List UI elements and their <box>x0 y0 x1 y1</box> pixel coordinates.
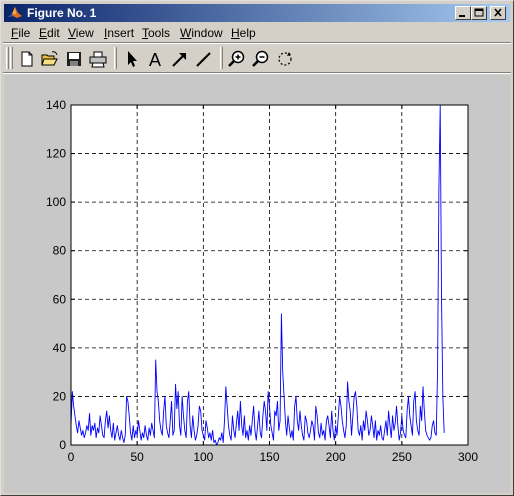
toolbar: A <box>4 45 510 71</box>
y-tick-label: 20 <box>53 389 67 403</box>
print-button[interactable] <box>87 48 109 70</box>
x-tick-label: 300 <box>458 450 478 464</box>
print-icon <box>89 51 107 68</box>
zoom-in-icon <box>228 50 245 67</box>
minimize-button[interactable] <box>455 6 471 20</box>
insert-line-button[interactable] <box>193 48 215 70</box>
menu-help-rest: elp <box>239 26 256 40</box>
menu-tools[interactable]: Tools <box>142 26 170 40</box>
text-insert-icon: A <box>149 50 161 70</box>
y-tick-label: 0 <box>59 438 66 452</box>
title-bar[interactable]: Figure No. 1 <box>4 4 510 22</box>
insert-text-button[interactable]: A <box>145 48 167 70</box>
maximize-button[interactable] <box>471 6 487 20</box>
close-icon <box>494 8 502 17</box>
open-folder-icon <box>41 51 58 66</box>
new-file-button[interactable] <box>16 48 38 70</box>
menu-toolbar-divider <box>3 42 511 44</box>
menu-edit[interactable]: Edit <box>39 26 60 40</box>
y-tick-label: 40 <box>53 341 67 355</box>
toolbar-grip-2[interactable] <box>10 47 13 69</box>
y-tick-label: 120 <box>46 147 66 161</box>
x-tick-label: 50 <box>130 450 144 464</box>
insert-arrow-button[interactable] <box>169 48 191 70</box>
close-button[interactable] <box>490 6 506 20</box>
rotate-icon <box>278 52 292 66</box>
y-tick-label: 60 <box>53 292 67 306</box>
menu-window[interactable]: Window <box>180 26 223 40</box>
toolbar-bottom-divider <box>3 72 511 74</box>
menu-insert-rest: nsert <box>107 26 135 40</box>
zoom-out-icon <box>252 50 269 67</box>
line-plot[interactable]: 0 50 100 150 200 250 300 0 20 40 60 80 100 120 140 <box>4 75 510 493</box>
menu-view[interactable]: View <box>68 26 94 40</box>
toolbar-divider <box>114 47 117 69</box>
figure-canvas[interactable]: 0 50 100 150 200 250 300 0 20 40 60 80 100 120 140 <box>4 75 510 493</box>
menu-view-rest: iew <box>75 26 94 40</box>
menu-bar: File Edit View Insert Tools Window Help <box>4 24 510 42</box>
x-tick-label: 250 <box>392 450 412 464</box>
menu-tools-rest: ools <box>148 26 171 40</box>
menu-edit-rest: dit <box>47 26 60 40</box>
maximize-icon <box>474 8 484 17</box>
y-tick-label: 100 <box>46 195 66 209</box>
menu-window-rest: indow <box>191 26 223 40</box>
arrow-select-icon <box>128 51 137 67</box>
menu-insert[interactable]: Insert <box>104 26 134 40</box>
save-icon <box>67 52 81 66</box>
minimize-icon <box>459 15 465 17</box>
menu-file[interactable]: File <box>11 26 30 40</box>
svg-text:A: A <box>149 50 161 70</box>
save-button[interactable] <box>63 48 85 70</box>
y-tick-label: 140 <box>46 98 66 112</box>
menu-help[interactable]: Help <box>231 26 256 40</box>
matlab-logo-icon <box>7 5 23 21</box>
window-title: Figure No. 1 <box>27 6 97 20</box>
menu-file-rest: ile <box>18 26 31 40</box>
rotate-button[interactable] <box>274 48 296 70</box>
zoom-in-button[interactable] <box>226 48 248 70</box>
figure-window: Figure No. 1 File Edit View Insert Tools… <box>0 0 514 496</box>
x-tick-label: 200 <box>326 450 346 464</box>
open-file-button[interactable] <box>39 48 61 70</box>
y-tick-label: 80 <box>53 244 67 258</box>
toolbar-grip[interactable] <box>6 47 9 69</box>
arrow-insert-icon <box>172 53 186 67</box>
x-tick-label: 0 <box>68 450 75 464</box>
line-insert-icon <box>196 52 211 67</box>
x-tick-label: 150 <box>259 450 279 464</box>
select-button[interactable] <box>121 48 143 70</box>
x-tick-label: 100 <box>193 450 213 464</box>
zoom-out-button[interactable] <box>250 48 272 70</box>
toolbar-divider-2 <box>220 47 223 69</box>
new-file-icon <box>21 51 33 67</box>
